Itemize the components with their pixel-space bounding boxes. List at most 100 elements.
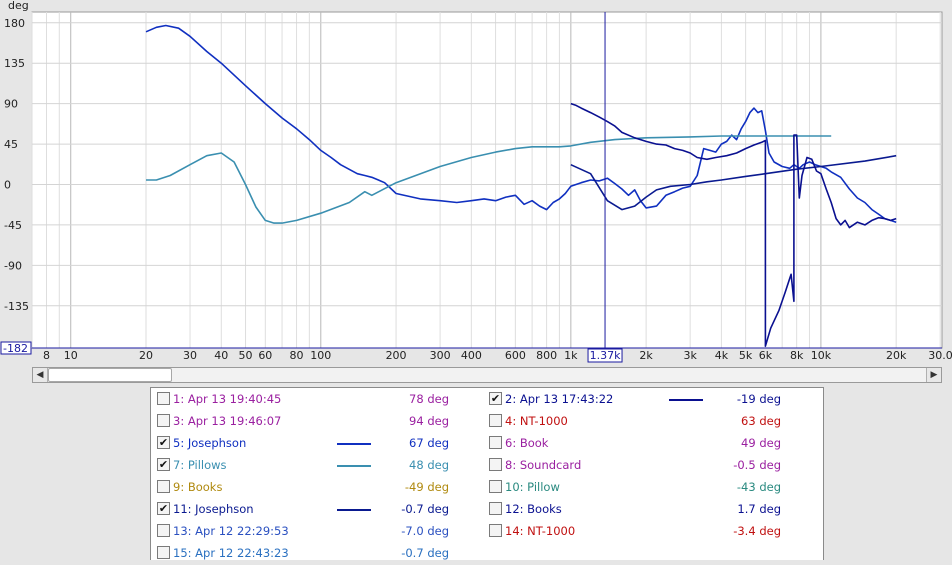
- legend-item[interactable]: 3: Apr 13 19:46:07 94 deg: [151, 411, 481, 433]
- legend-checkbox[interactable]: ✔: [157, 502, 170, 515]
- legend-value: -0.7 deg: [401, 502, 449, 516]
- legend-item[interactable]: ✔ 5: Josephson 67 deg: [151, 433, 481, 455]
- scroll-left-arrow-icon[interactable]: ◀: [33, 368, 48, 382]
- legend-checkbox[interactable]: [157, 524, 170, 537]
- cursor-frequency-label: 1.37k: [590, 349, 621, 362]
- legend-label: 10: Pillow: [505, 480, 560, 494]
- x-tick-label: 20k: [886, 349, 907, 362]
- legend-label: 13: Apr 12 22:29:53: [173, 524, 289, 538]
- legend-value: 48 deg: [409, 458, 449, 472]
- y-tick-label: -90: [4, 259, 22, 272]
- legend-label: 2: Apr 13 17:43:22: [505, 392, 614, 406]
- legend-item[interactable]: 15: Apr 12 22:43:23 -0.7 deg: [151, 543, 481, 565]
- legend-value: 94 deg: [409, 414, 449, 428]
- legend-label: 8: Soundcard: [505, 458, 582, 472]
- legend-item[interactable]: ✔ 11: Josephson -0.7 deg: [151, 499, 481, 521]
- legend-item[interactable]: ✔ 7: Pillows 48 deg: [151, 455, 481, 477]
- legend-line-swatch: [337, 509, 371, 511]
- legend-item[interactable]: 8: Soundcard -0.5 deg: [483, 455, 813, 477]
- x-tick-label: 8k: [790, 349, 804, 362]
- legend-value: -49 deg: [404, 480, 449, 494]
- floor-label: -182: [3, 342, 28, 355]
- legend-line-swatch: [337, 443, 371, 445]
- legend-item[interactable]: 4: NT-1000 63 deg: [483, 411, 813, 433]
- legend-label: 3: Apr 13 19:46:07: [173, 414, 282, 428]
- x-tick-label: 10: [64, 349, 78, 362]
- legend-value: -7.0 deg: [401, 524, 449, 538]
- legend-checkbox[interactable]: [489, 414, 502, 427]
- legend-label: 12: Books: [505, 502, 562, 516]
- legend-item[interactable]: 6: Book 49 deg: [483, 433, 813, 455]
- y-tick-label: 0: [4, 178, 11, 191]
- x-tick-label: 100: [310, 349, 331, 362]
- legend-line-swatch: [669, 399, 703, 401]
- x-tick-label: 10k: [811, 349, 832, 362]
- y-tick-label: 90: [4, 98, 18, 111]
- legend-value: -0.5 deg: [733, 458, 781, 472]
- x-tick-label: 30: [183, 349, 197, 362]
- legend-label: 11: Josephson: [173, 502, 254, 516]
- legend-label: 9: Books: [173, 480, 223, 494]
- x-tick-label: 400: [461, 349, 482, 362]
- legend-line-swatch: [337, 465, 371, 467]
- y-tick-label: -135: [4, 300, 29, 313]
- x-tick-label: 2k: [639, 349, 653, 362]
- legend-label: 14: NT-1000: [505, 524, 576, 538]
- legend-label: 6: Book: [505, 436, 549, 450]
- plot-background: [31, 11, 943, 349]
- legend-checkbox[interactable]: [489, 458, 502, 471]
- legend-value: 1.7 deg: [737, 502, 781, 516]
- x-tick-label: 4k: [715, 349, 729, 362]
- scrollbar-thumb[interactable]: [48, 368, 172, 382]
- x-tick-label: 80: [290, 349, 304, 362]
- y-tick-labels: 180 135 90 45 0 -45 -90 -135: [4, 17, 29, 313]
- phase-plot[interactable]: deg 180 135 90 45 0 -45 -90 -135 8 10 20 30 40 50 60 8…: [0, 0, 952, 366]
- legend-item[interactable]: ✔ 2: Apr 13 17:43:22 -19 deg: [483, 389, 813, 411]
- legend-checkbox[interactable]: [489, 524, 502, 537]
- y-tick-label: -45: [4, 219, 22, 232]
- legend-value: 78 deg: [409, 392, 449, 406]
- legend-item[interactable]: 13: Apr 12 22:29:53 -7.0 deg: [151, 521, 481, 543]
- legend-checkbox[interactable]: [157, 414, 170, 427]
- x-tick-label: 60: [258, 349, 272, 362]
- phase-chart[interactable]: deg 18013590450-45-90-135 8 10 20 30 40 50 60 8…: [0, 0, 952, 366]
- legend-label: 15: Apr 12 22:43:23: [173, 546, 289, 560]
- y-unit-label: deg: [8, 0, 29, 12]
- legend-value: -0.7 deg: [401, 546, 449, 560]
- legend-checkbox[interactable]: [489, 502, 502, 515]
- legend-item[interactable]: 14: NT-1000 -3.4 deg: [483, 521, 813, 543]
- x-tick-label: 8: [43, 349, 50, 362]
- legend-checkbox[interactable]: [489, 480, 502, 493]
- measurement-legend: 1: Apr 13 19:40:45 78 deg ✔ 2: Apr 13 17:43…: [150, 387, 824, 560]
- horizontal-scrollbar[interactable]: ◀ ▶: [32, 367, 942, 383]
- legend-checkbox[interactable]: [157, 546, 170, 559]
- x-tick-label: 40: [214, 349, 228, 362]
- scroll-right-arrow-icon[interactable]: ▶: [926, 368, 941, 382]
- legend-checkbox[interactable]: ✔: [157, 458, 170, 471]
- legend-checkbox[interactable]: [157, 480, 170, 493]
- x-tick-labels: 8 10 20 30 40 50 60 80 100 200 300 400 600 800 1k 2k 3k 4…: [43, 349, 952, 362]
- x-tick-label: 600: [505, 349, 526, 362]
- legend-item[interactable]: 1: Apr 13 19:40:45 78 deg: [151, 389, 481, 411]
- x-tick-label: 50: [239, 349, 253, 362]
- legend-label: 1: Apr 13 19:40:45: [173, 392, 282, 406]
- legend-value: -3.4 deg: [733, 524, 781, 538]
- legend-item[interactable]: 10: Pillow -43 deg: [483, 477, 813, 499]
- legend-checkbox[interactable]: [489, 436, 502, 449]
- legend-item[interactable]: 9: Books -49 deg: [151, 477, 481, 499]
- legend-value: -43 deg: [736, 480, 781, 494]
- x-tick-label: 1k: [564, 349, 578, 362]
- legend-checkbox[interactable]: [157, 392, 170, 405]
- x-tick-label: 30.0k H: [928, 349, 952, 362]
- x-tick-label: 6k: [759, 349, 773, 362]
- y-tick-label: 180: [4, 17, 25, 30]
- legend-checkbox[interactable]: ✔: [157, 436, 170, 449]
- legend-value: 67 deg: [409, 436, 449, 450]
- legend-item[interactable]: 12: Books 1.7 deg: [483, 499, 813, 521]
- legend-checkbox[interactable]: ✔: [489, 392, 502, 405]
- x-tick-label: 300: [430, 349, 451, 362]
- x-tick-label: 800: [536, 349, 557, 362]
- x-tick-label: 20: [139, 349, 153, 362]
- x-tick-label: 3k: [683, 349, 697, 362]
- legend-value: 63 deg: [741, 414, 781, 428]
